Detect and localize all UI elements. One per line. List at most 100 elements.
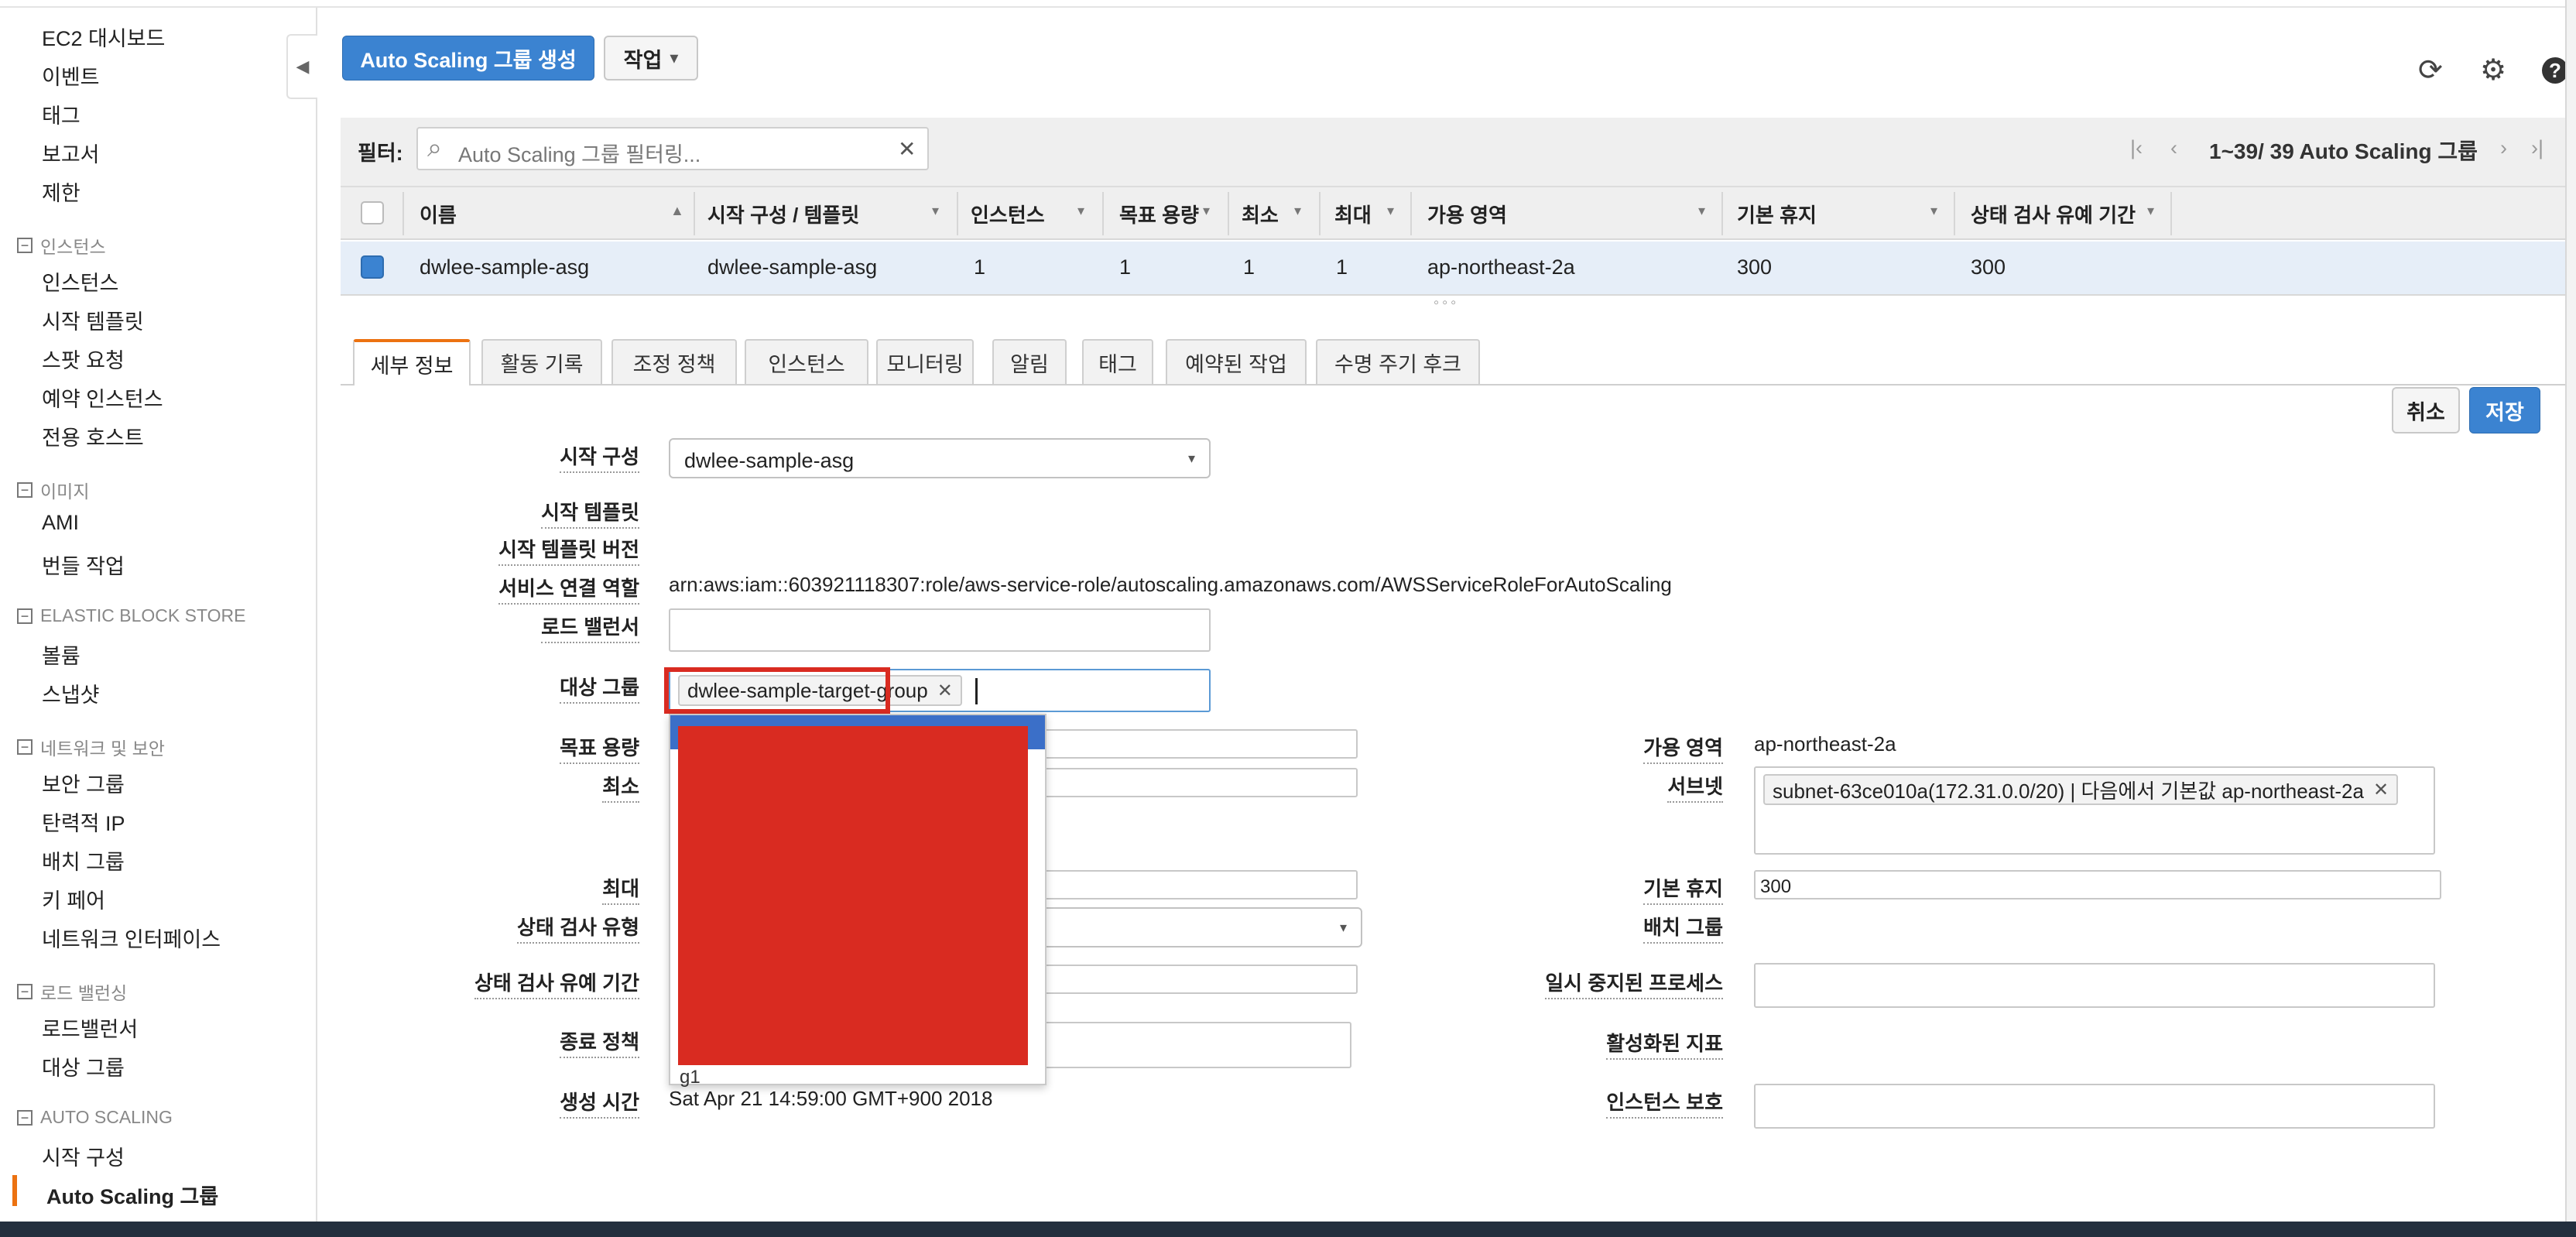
tab-tags[interactable]: 태그 (1082, 339, 1153, 384)
sidebar-item-placement-groups[interactable]: 배치 그룹 (42, 845, 125, 875)
column-menu-icon[interactable]: ▾ (1294, 203, 1301, 219)
column-header-availability-zone[interactable]: 가용 영역 (1427, 200, 1507, 228)
sidebar-item-elastic-ips[interactable]: 탄력적 IP (42, 807, 125, 837)
cell-instances: 1 (974, 255, 986, 279)
load-balancer-label: 로드 밸런서 (541, 612, 639, 643)
tab-scheduled-actions[interactable]: 예약된 작업 (1166, 339, 1307, 384)
sidebar-item-network-interfaces[interactable]: 네트워크 인터페이스 (42, 923, 221, 953)
filter-search-input[interactable]: ⌕ Auto Scaling 그룹 필터링... ✕ (416, 127, 929, 170)
target-group-dropdown[interactable]: g1 (669, 714, 1046, 1088)
sidebar-item-load-balancers[interactable]: 로드밸런서 (42, 1013, 138, 1043)
sidebar-item-ami[interactable]: AMI (42, 511, 79, 535)
tab-notifications[interactable]: 알림 (992, 339, 1067, 384)
sidebar-item-dedicated-hosts[interactable]: 전용 호스트 (42, 421, 144, 451)
sidebar-item-snapshots[interactable]: 스냅샷 (42, 678, 100, 708)
sidebar-section-images[interactable]: − 이미지 (17, 477, 89, 503)
enabled-metrics-label: 활성화된 지표 (1606, 1028, 1723, 1060)
column-header-max[interactable]: 최대 (1334, 200, 1372, 228)
collapse-section-icon: − (17, 739, 33, 755)
sidebar-item-reports[interactable]: 보고서 (42, 138, 100, 168)
create-auto-scaling-group-button[interactable]: Auto Scaling 그룹 생성 (342, 36, 594, 81)
sidebar-item-launch-configurations[interactable]: 시작 구성 (42, 1141, 125, 1171)
search-icon: ⌕ (427, 133, 443, 163)
column-header-instances[interactable]: 인스턴스 (971, 200, 1045, 228)
availability-zone-label: 가용 영역 (1643, 732, 1723, 764)
column-menu-icon[interactable]: ▾ (1387, 203, 1394, 219)
sidebar-section-auto-scaling[interactable]: − AUTO SCALING (17, 1107, 173, 1128)
chevron-left-icon: ◀ (296, 57, 310, 76)
remove-token-icon[interactable]: ✕ (2373, 779, 2389, 801)
sidebar-item-key-pairs[interactable]: 키 페어 (42, 884, 105, 914)
tab-scaling-policies[interactable]: 조정 정책 (611, 339, 737, 384)
column-menu-icon[interactable]: ▾ (1203, 203, 1210, 219)
tab-lifecycle-hooks[interactable]: 수명 주기 후크 (1316, 339, 1480, 384)
sidebar-section-title: 네트워크 및 보안 (40, 738, 165, 759)
window-bottom-bar (0, 1222, 2576, 1237)
sidebar-section-network-security[interactable]: − 네트워크 및 보안 (17, 734, 165, 760)
select-all-checkbox[interactable] (361, 201, 384, 224)
prev-page-icon[interactable]: ‹ (2170, 136, 2177, 160)
column-header-launch-config[interactable]: 시작 구성 / 템플릿 (707, 200, 859, 228)
tab-activity-history[interactable]: 활동 기록 (481, 339, 602, 384)
help-icon[interactable]: ? (2542, 57, 2568, 84)
cancel-button[interactable]: 취소 (2392, 387, 2460, 433)
placement-group-label: 배치 그룹 (1643, 912, 1723, 944)
launch-template-version-label: 시작 템플릿 버전 (498, 534, 639, 566)
launch-config-select[interactable]: dwlee-sample-asg ▾ (669, 438, 1211, 478)
instance-protection-input[interactable] (1754, 1084, 2435, 1129)
termination-policy-label: 종료 정책 (560, 1026, 639, 1058)
column-divider (694, 192, 695, 235)
sidebar-item-bundle-tasks[interactable]: 번들 작업 (42, 550, 125, 580)
sidebar-item-auto-scaling-groups[interactable]: Auto Scaling 그룹 (46, 1180, 218, 1210)
sidebar-item-instances[interactable]: 인스턴스 (42, 266, 118, 296)
default-cooldown-input[interactable]: 300 (1754, 870, 2441, 899)
sidebar-collapse-button[interactable]: ◀ (286, 34, 317, 99)
column-divider (1319, 192, 1321, 235)
sidebar-section-instances[interactable]: − 인스턴스 (17, 232, 106, 259)
tab-details[interactable]: 세부 정보 (353, 339, 471, 385)
sidebar-item-limits[interactable]: 제한 (42, 176, 80, 207)
column-menu-icon[interactable]: ▾ (932, 203, 939, 219)
sidebar-item-spot-requests[interactable]: 스팟 요청 (42, 344, 125, 374)
launch-template-label: 시작 템플릿 (541, 497, 639, 529)
sidebar-item-volumes[interactable]: 볼륨 (42, 639, 80, 670)
clear-icon[interactable]: ✕ (898, 136, 916, 162)
column-menu-icon[interactable]: ▾ (1698, 203, 1705, 219)
refresh-icon[interactable]: ⟳ (2418, 56, 2443, 85)
sidebar-section-ebs[interactable]: − ELASTIC BLOCK STORE (17, 605, 245, 626)
sidebar-section-load-balancing[interactable]: − 로드 밸런싱 (17, 978, 127, 1005)
save-button[interactable]: 저장 (2469, 387, 2540, 433)
column-menu-icon[interactable]: ▾ (1077, 203, 1084, 219)
sidebar-item-reserved-instances[interactable]: 예약 인스턴스 (42, 382, 163, 413)
remove-token-icon[interactable]: ✕ (937, 680, 953, 702)
column-header-desired[interactable]: 목표 용량 (1119, 200, 1199, 228)
sort-ascending-icon[interactable]: ▲ (670, 203, 684, 219)
row-checkbox[interactable] (361, 255, 384, 279)
first-page-icon[interactable]: |‹ (2130, 136, 2143, 160)
column-header-name[interactable]: 이름 (420, 200, 457, 228)
sidebar-item-tags[interactable]: 태그 (42, 99, 80, 129)
sidebar-item-security-groups[interactable]: 보안 그룹 (42, 768, 125, 798)
gear-icon[interactable]: ⚙ (2480, 56, 2506, 85)
tab-monitoring[interactable]: 모니터링 (876, 339, 974, 384)
sidebar-item-target-groups[interactable]: 대상 그룹 (42, 1051, 125, 1081)
column-header-health-grace[interactable]: 상태 검사 유예 기간 (1971, 200, 2136, 228)
column-divider (402, 192, 404, 235)
dropdown-option[interactable]: g1 (680, 1067, 701, 1088)
sidebar-item-ec2-dashboard[interactable]: EC2 대시보드 (42, 22, 165, 52)
pane-resize-handle[interactable]: ◦◦◦ (1434, 294, 1459, 312)
sidebar-item-events[interactable]: 이벤트 (42, 60, 100, 91)
column-header-default-cooldown[interactable]: 기본 휴지 (1737, 200, 1817, 228)
window-right-edge (2565, 0, 2576, 1222)
suspended-processes-input[interactable] (1754, 963, 2435, 1008)
filter-label: 필터: (358, 142, 403, 165)
actions-button[interactable]: 작업 ▾ (604, 36, 698, 81)
last-page-icon[interactable]: ›| (2531, 136, 2543, 160)
column-menu-icon[interactable]: ▾ (1930, 203, 1937, 219)
column-menu-icon[interactable]: ▾ (2147, 203, 2154, 219)
sidebar-item-launch-templates[interactable]: 시작 템플릿 (42, 305, 144, 335)
next-page-icon[interactable]: › (2500, 136, 2507, 160)
tab-instances[interactable]: 인스턴스 (745, 339, 868, 384)
load-balancer-input[interactable] (669, 608, 1211, 652)
column-header-min[interactable]: 최소 (1242, 200, 1279, 228)
